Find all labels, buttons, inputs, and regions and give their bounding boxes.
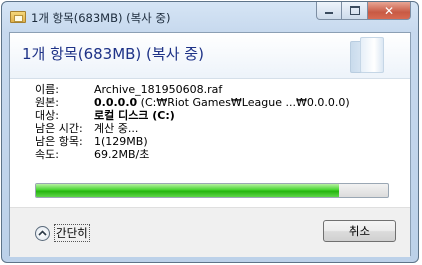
detail-label: 대상: — [35, 109, 59, 122]
minimize-button[interactable] — [316, 2, 342, 20]
dialog-client-area: 1개 항목(683MB) (복사 중) 이름: Archive_18195060… — [9, 32, 411, 257]
fewer-details-label: 간단히 — [54, 224, 90, 242]
copy-animation-icon — [344, 37, 384, 75]
destination-value[interactable]: 로컬 디스크 (C:) — [94, 109, 175, 122]
chevron-up-icon — [35, 225, 50, 241]
progress-fill — [36, 184, 339, 197]
document-front-icon — [360, 37, 384, 73]
source-name[interactable]: 0.0.0.0 — [94, 96, 137, 109]
detail-label: 이름: — [35, 83, 59, 96]
detail-label: 원본: — [35, 96, 59, 109]
copy-progress-bar — [35, 183, 389, 198]
folder-copy-icon — [10, 11, 26, 23]
maximize-icon — [349, 6, 360, 15]
dialog-footer: 간단히 취소 — [10, 207, 410, 257]
close-button[interactable]: ✕ — [368, 2, 411, 20]
title-bar[interactable]: 1개 항목(683MB) (복사 중) ✕ — [2, 2, 418, 32]
detail-label: 남은 시간: — [35, 122, 83, 135]
detail-label: 속도: — [35, 148, 59, 161]
window-title: 1개 항목(683MB) (복사 중) — [31, 11, 171, 25]
fewer-details-button[interactable]: 간단히 — [35, 224, 90, 242]
file-name-value: Archive_181950608.raf — [94, 83, 223, 96]
close-icon: ✕ — [383, 3, 395, 18]
source-path: (C:₩Riot Games₩League ...₩0.0.0.0) — [137, 96, 350, 109]
cancel-button[interactable]: 취소 — [323, 220, 396, 242]
main-instruction: 1개 항목(683MB) (복사 중) — [22, 45, 204, 63]
items-remaining-value: 1(129MB) — [94, 135, 148, 148]
minimize-icon — [325, 12, 333, 14]
maximize-button[interactable] — [342, 2, 368, 20]
caption-buttons: ✕ — [316, 2, 411, 21]
detail-label: 남은 항목: — [35, 135, 83, 148]
speed-value: 69.2MB/초 — [94, 148, 150, 161]
time-remaining-value: 계산 중... — [94, 122, 139, 135]
copy-dialog-window: 1개 항목(683MB) (복사 중) ✕ 1개 항목(683MB) (복사 중… — [1, 1, 419, 263]
source-value: 0.0.0.0 (C:₩Riot Games₩League ...₩0.0.0.… — [94, 96, 350, 109]
dialog-header: 1개 항목(683MB) (복사 중) — [10, 33, 410, 79]
